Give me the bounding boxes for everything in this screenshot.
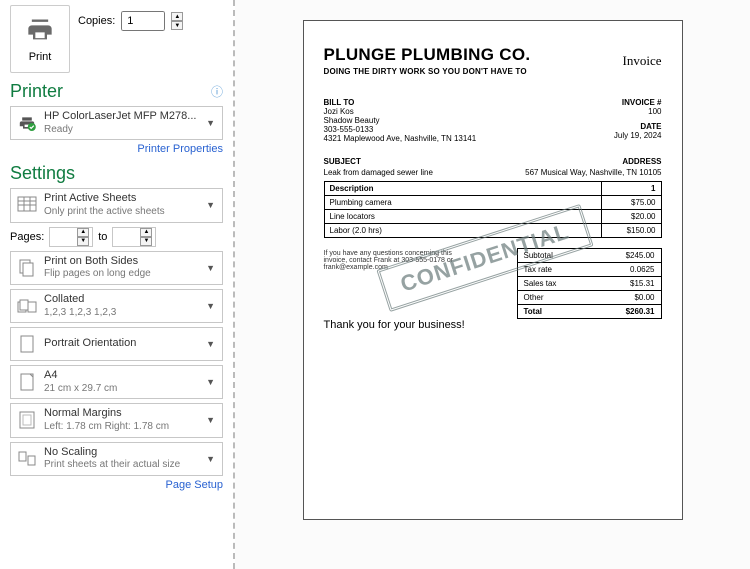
pages-from-down[interactable]: ▼ [77,237,89,246]
invoice-title: Invoice [623,53,662,69]
chevron-down-icon: ▼ [204,118,217,128]
chevron-down-icon: ▼ [204,339,217,349]
printer-name: HP ColorLaserJet MFP M278... [44,110,198,124]
copies-down[interactable]: ▼ [171,21,183,30]
chevron-down-icon: ▼ [204,377,217,387]
pages-to-up[interactable]: ▲ [140,228,152,237]
margins-icon [16,411,38,429]
chevron-down-icon: ▼ [204,415,217,425]
invoice-tagline: DOING THE DIRTY WORK SO YOU DON'T HAVE T… [324,67,662,76]
setting-sides[interactable]: Print on Both SidesFlip pages on long ed… [10,251,223,285]
section-header-printer: Printer ⓘ [10,81,223,102]
pages-from-up[interactable]: ▲ [77,228,89,237]
section-header-settings: Settings [10,163,223,184]
collate-icon [16,298,38,314]
print-button[interactable]: Print [10,5,70,73]
duplex-icon [16,259,38,277]
chevron-down-icon: ▼ [204,200,217,210]
print-label: Print [29,51,52,63]
info-icon[interactable]: ⓘ [211,83,223,100]
preview-page: PLUNGE PLUMBING CO. DOING THE DIRTY WORK… [303,20,683,520]
pages-to-input[interactable]: ▲▼ [112,227,156,247]
printer-status: Ready [44,124,198,137]
pages-from-input[interactable]: ▲▼ [49,227,93,247]
print-preview-pane: PLUNGE PLUMBING CO. DOING THE DIRTY WORK… [235,0,750,569]
scaling-icon [16,451,38,467]
printer-select[interactable]: HP ColorLaserJet MFP M278... Ready ▼ [10,106,223,140]
setting-scaling[interactable]: No ScalingPrint sheets at their actual s… [10,442,223,476]
pages-to-down[interactable]: ▼ [140,237,152,246]
setting-margins[interactable]: Normal MarginsLeft: 1.78 cm Right: 1.78 … [10,403,223,437]
setting-paper-size[interactable]: A421 cm x 29.7 cm ▼ [10,365,223,399]
pages-label: Pages: [10,231,44,243]
printer-status-icon [16,115,38,131]
setting-orientation[interactable]: Portrait Orientation ▼ [10,327,223,361]
page-size-icon [16,373,38,391]
pages-to-label: to [98,231,107,243]
copies-up[interactable]: ▲ [171,12,183,21]
sheets-icon [16,196,38,214]
setting-print-what[interactable]: Print Active SheetsOnly print the active… [10,188,223,222]
chevron-down-icon: ▼ [204,263,217,273]
printer-icon [26,16,54,47]
chevron-down-icon: ▼ [204,454,217,464]
invoice-company: PLUNGE PLUMBING CO. [324,45,662,65]
setting-collate[interactable]: Collated1,2,3 1,2,3 1,2,3 ▼ [10,289,223,323]
copies-input[interactable] [121,11,165,31]
invoice-thanks: Thank you for your business! [324,319,662,331]
copies-label: Copies: [78,15,115,27]
chevron-down-icon: ▼ [204,301,217,311]
invoice-lines-table: Description1 Plumbing camera$75.00 Line … [324,181,662,238]
portrait-icon [16,335,38,353]
printer-properties-link[interactable]: Printer Properties [10,143,223,155]
page-setup-link[interactable]: Page Setup [10,479,223,491]
